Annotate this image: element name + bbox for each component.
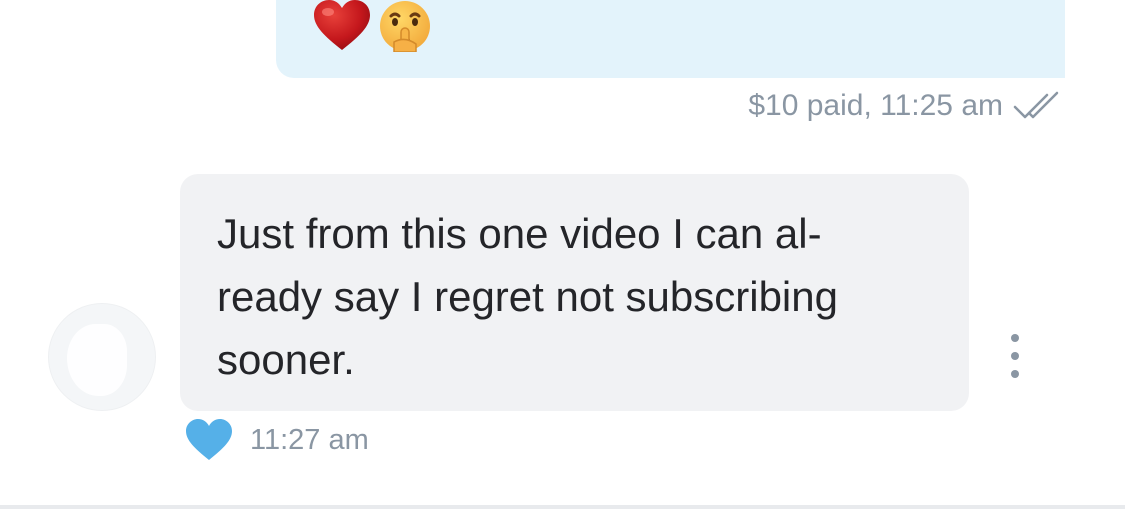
kebab-dot bbox=[1011, 370, 1019, 378]
shushing-face-icon bbox=[380, 1, 430, 52]
received-message-bubble[interactable]: Just from this one video I can al- ready… bbox=[180, 174, 969, 411]
double-check-icon bbox=[1013, 91, 1059, 119]
received-message-time: 11:27 am bbox=[250, 423, 369, 456]
received-message-meta: 11:27 am bbox=[184, 418, 369, 462]
sender-avatar[interactable] bbox=[48, 303, 156, 411]
chat-view: $10 paid, 11:25 am Just from this one vi… bbox=[0, 0, 1125, 523]
more-options-icon[interactable] bbox=[1000, 334, 1030, 378]
sent-emoji-row bbox=[312, 0, 434, 52]
kebab-dot bbox=[1011, 334, 1019, 342]
red-heart-icon bbox=[314, 0, 370, 50]
heart-icon[interactable] bbox=[184, 418, 234, 462]
divider bbox=[0, 505, 1125, 509]
kebab-dot bbox=[1011, 352, 1019, 360]
avatar-image bbox=[67, 324, 127, 396]
sent-message-status-text: $10 paid, 11:25 am bbox=[748, 89, 1003, 122]
received-message-text: Just from this one video I can al- ready… bbox=[217, 210, 838, 383]
sent-message-meta: $10 paid, 11:25 am bbox=[748, 86, 1065, 126]
